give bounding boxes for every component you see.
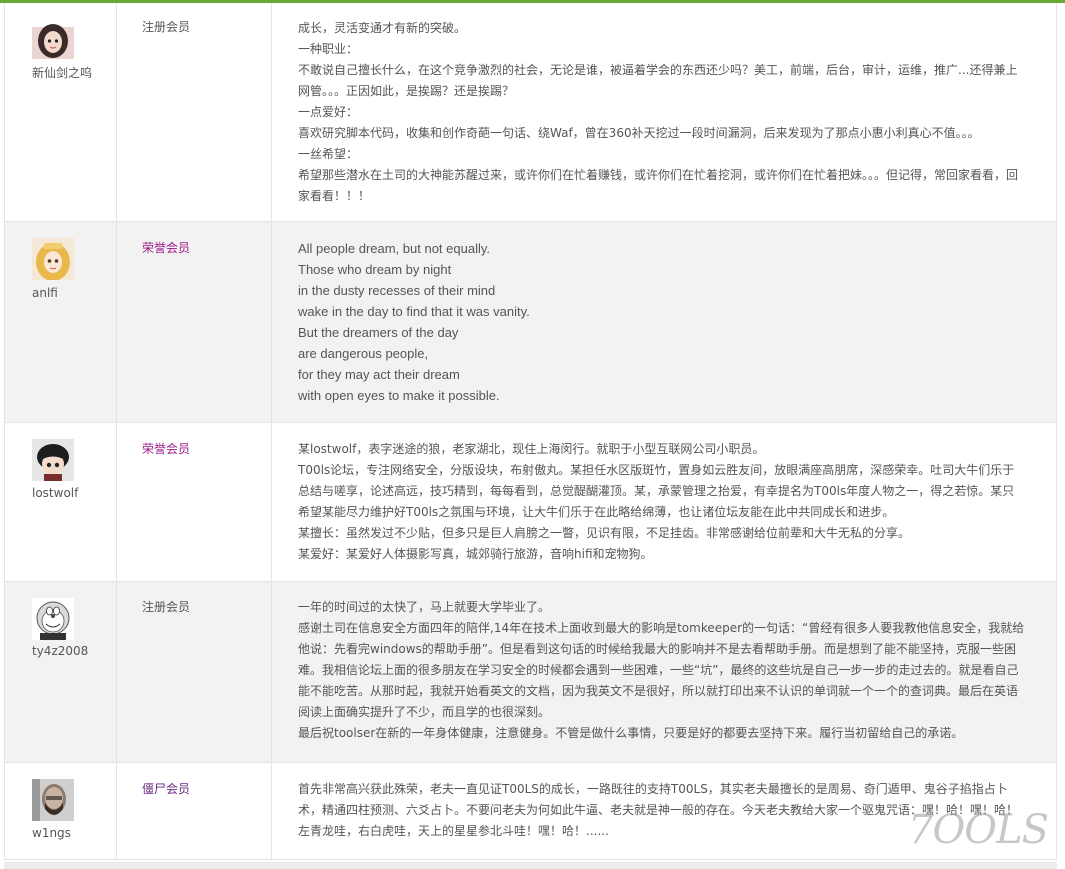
- anime-girl-avatar[interactable]: [32, 17, 74, 59]
- message-line: for they may act their dream: [298, 367, 460, 382]
- message-line: Those who dream by night: [298, 262, 452, 277]
- message-line: 某爱好：某爱好人体摄影写真，城郊骑行旅游，音响hifi和宠物狗。: [298, 547, 653, 561]
- message-line: All people dream, but not equally.: [298, 241, 490, 256]
- message-line: 成长，灵活变通才有新的突破。: [298, 21, 467, 35]
- table-row: w1ngs 僵尸会员 首先非常高兴获此殊荣，老夫一直见证T00LS的成长，一路既…: [4, 763, 1057, 860]
- message-content: 某lostwolf，表字迷途的狼，老家湖北，现住上海闵行。就职于小型互联网公司小…: [298, 423, 1056, 565]
- member-role: 荣誉会员: [142, 442, 191, 456]
- message-line: 一种职业：: [298, 42, 359, 56]
- tools-watermark-logo: 7OOLS: [908, 807, 1049, 853]
- member-role: 荣誉会员: [142, 241, 191, 255]
- user-cell: 新仙剑之呜: [5, 3, 117, 221]
- table-row: ty4z2008 注册会员 一年的时间过的太快了，马上就要大学毕业了。 感谢土司…: [4, 582, 1057, 763]
- table-bottom-strip: [4, 862, 1057, 869]
- message-line: with open eyes to make it possible.: [298, 388, 500, 403]
- message-line: 某lostwolf，表字迷途的狼，老家湖北，现住上海闵行。就职于小型互联网公司小…: [298, 442, 765, 456]
- role-cell: 荣誉会员: [116, 423, 272, 581]
- role-cell: 注册会员: [116, 3, 272, 221]
- message-line: 一点爱好：: [298, 105, 359, 119]
- table-row: lostwolf 荣誉会员 某lostwolf，表字迷途的狼，老家湖北，现住上海…: [4, 423, 1057, 582]
- username[interactable]: lostwolf: [32, 483, 102, 504]
- role-cell: 注册会员: [116, 582, 272, 762]
- member-role: 注册会员: [142, 20, 191, 34]
- anime-blonde-avatar[interactable]: [32, 238, 74, 280]
- user-cell: lostwolf: [5, 423, 117, 581]
- message-line: 某擅长：虽然发过不少贴，但多只是巨人肩膀之一瞥，见识有限，不足挂齿。非常感谢给位…: [298, 526, 911, 540]
- post-ratings-table: 新仙剑之呜 注册会员 成长，灵活变通才有新的突破。 一种职业： 不敢说自己擅长什…: [4, 3, 1057, 860]
- message-line: 希望那些潜水在土司的大神能苏醒过来，或许你们在忙着赚钱，或许你们在忙着挖洞，或许…: [298, 168, 1019, 203]
- user-cell: anlfi: [5, 222, 117, 422]
- message-line: 一丝希望：: [298, 147, 359, 161]
- message-content: All people dream, but not equally. Those…: [298, 222, 1056, 406]
- message-line: are dangerous people,: [298, 346, 429, 361]
- message-line: 最后祝toolser在新的一年身体健康，注意健身。不管是做什么事情，只要是好的都…: [298, 726, 964, 740]
- message-content: 成长，灵活变通才有新的突破。 一种职业： 不敢说自己擅长什么，在这个竞争激烈的社…: [298, 3, 1056, 207]
- message-content: 一年的时间过的太快了，马上就要大学毕业了。 感谢土司在信息安全方面四年的陪伴,1…: [298, 582, 1056, 744]
- message-line: But the dreamers of the day: [298, 325, 459, 340]
- member-role: 注册会员: [142, 600, 191, 614]
- message-line: in the dusty recesses of their mind: [298, 283, 496, 298]
- member-role: 僵尸会员: [142, 782, 191, 796]
- bearded-man-avatar[interactable]: [32, 779, 74, 821]
- message-line: 不敢说自己擅长什么，在这个竞争激烈的社会，无论是谁，被逼着学会的东西还少吗？美工…: [298, 63, 1018, 98]
- user-cell: w1ngs: [5, 763, 117, 859]
- username[interactable]: 新仙剑之呜: [32, 63, 102, 84]
- message-line: wake in the day to find that it was vani…: [298, 304, 530, 319]
- username[interactable]: anlfi: [32, 283, 102, 304]
- user-cell: ty4z2008: [5, 582, 117, 762]
- table-row: 新仙剑之呜 注册会员 成长，灵活变通才有新的突破。 一种职业： 不敢说自己擅长什…: [4, 3, 1057, 222]
- role-cell: 荣誉会员: [116, 222, 272, 422]
- cartoon-boy-avatar[interactable]: [32, 439, 74, 481]
- table-row: anlfi 荣誉会员 All people dream, but not equ…: [4, 222, 1057, 423]
- message-line: 喜欢研究脚本代码，收集和创作奇葩一句话、绕Waf，曾在360补天挖过一段时间漏洞…: [298, 126, 980, 140]
- message-line: 感谢土司在信息安全方面四年的陪伴,14年在技术上面收到最大的影响是tomkeep…: [298, 621, 1025, 719]
- doraemon-avatar[interactable]: [32, 598, 74, 640]
- message-line: T00ls论坛，专注网络安全，分版设块，布射傲丸。某担任水区版斑竹，置身如云胜友…: [298, 463, 1015, 519]
- role-cell: 僵尸会员: [116, 763, 272, 859]
- message-line: 一年的时间过的太快了，马上就要大学毕业了。: [298, 600, 551, 614]
- username[interactable]: ty4z2008: [32, 641, 102, 662]
- username[interactable]: w1ngs: [32, 823, 102, 844]
